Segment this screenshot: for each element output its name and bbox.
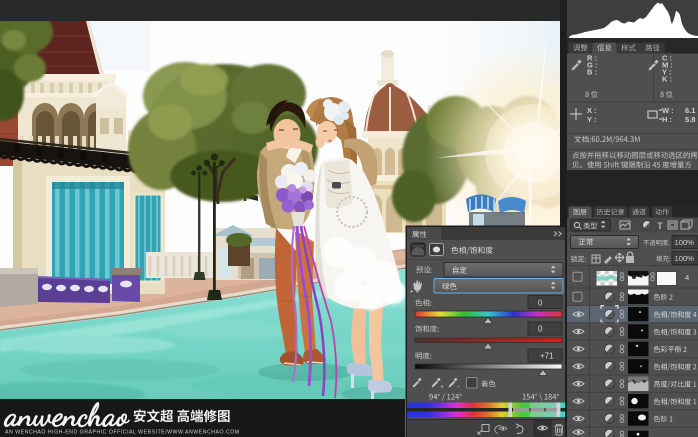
svg-text:K :: K :: [662, 75, 672, 84]
svg-text:+71: +71: [540, 352, 554, 361]
svg-text:T: T: [657, 221, 663, 232]
svg-text:W :: W :: [662, 106, 674, 115]
svg-text:-: -: [457, 382, 460, 391]
svg-text:Y :: Y :: [587, 115, 596, 124]
svg-text:0: 0: [538, 325, 543, 334]
svg-text:100%: 100%: [675, 254, 695, 263]
svg-text:6.1: 6.1: [685, 106, 695, 115]
svg-text:B :: B :: [587, 68, 597, 77]
svg-text:0: 0: [538, 299, 543, 308]
svg-text:5.8: 5.8: [685, 115, 695, 124]
svg-text:+: +: [440, 384, 444, 391]
svg-text:X :: X :: [587, 106, 597, 115]
svg-text:4: 4: [685, 273, 689, 282]
svg-text:H :: H :: [662, 115, 672, 124]
svg-text:AN WENCHAO HIGH-END GRAPHIC OF: AN WENCHAO HIGH-END GRAPHIC OFFICIAL WEB…: [5, 430, 240, 436]
svg-text:100%: 100%: [675, 238, 695, 247]
